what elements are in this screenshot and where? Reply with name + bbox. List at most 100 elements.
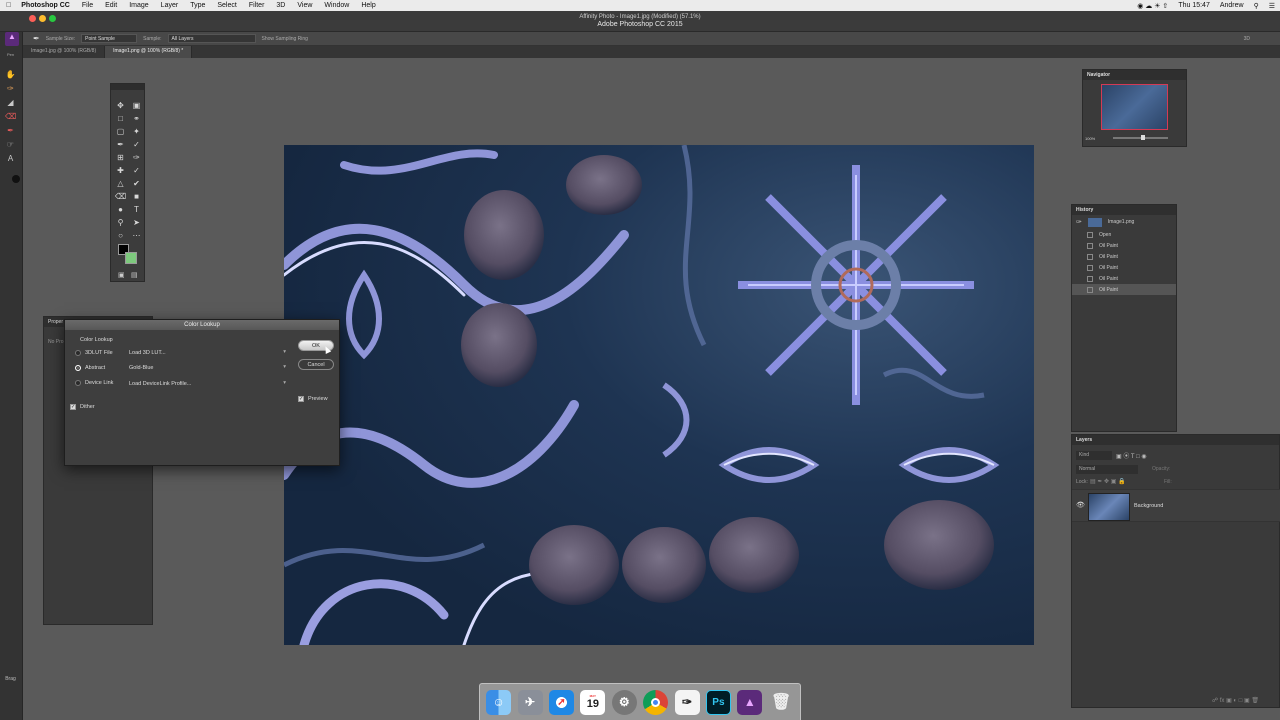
sample-size-select[interactable]: Point Sample xyxy=(81,34,138,43)
move-tool-icon[interactable]: ✥ xyxy=(114,99,127,112)
menu-app-name[interactable]: Photoshop CC xyxy=(17,2,76,9)
fill-tool-icon[interactable]: ◢ xyxy=(5,98,16,108)
ellipse-tool-icon[interactable]: ○ xyxy=(114,229,127,242)
tools-panel-grip[interactable] xyxy=(111,84,144,90)
navigator-zoom[interactable]: 100% xyxy=(1085,136,1095,141)
quick-mask-icon[interactable]: ▣ xyxy=(118,271,125,279)
navigator-title[interactable]: Navigator xyxy=(1083,70,1186,80)
pen-app-icon[interactable]: ✑ xyxy=(674,689,700,715)
cancel-button[interactable]: Cancel xyxy=(298,359,334,370)
quick-select-tool-icon[interactable]: ✓ xyxy=(130,138,143,151)
menu-type[interactable]: Type xyxy=(184,2,211,9)
radio-device-link[interactable] xyxy=(75,380,81,386)
affinity-persona-icon[interactable]: ▲ xyxy=(5,32,19,46)
apple-icon[interactable]:  xyxy=(0,2,17,9)
layer-kind-filter[interactable]: Kind xyxy=(1076,451,1112,460)
status-icons[interactable]: ◉ ☁ ☀ ⇧ xyxy=(1132,2,1173,10)
dither-checkbox[interactable]: ✓ xyxy=(70,404,76,410)
history-step[interactable]: Oil Paint xyxy=(1072,262,1176,273)
hand-tool-icon[interactable]: ✋ xyxy=(5,70,16,80)
photoshop-icon[interactable]: Ps xyxy=(705,689,731,715)
pen-tool-icon[interactable]: ✒ xyxy=(114,138,127,151)
eraser-icon[interactable]: ⌫ xyxy=(114,190,127,203)
magic-wand-tool-icon[interactable]: ✦ xyxy=(130,125,143,138)
eyedropper-tool-icon[interactable]: ✒ xyxy=(33,34,40,43)
doc-tab-image1-jpg[interactable]: Image1.jpg @ 100% (RGB/8) xyxy=(23,46,106,58)
text-tool-icon[interactable]: A xyxy=(5,154,16,164)
gradient-tool-icon[interactable]: ■ xyxy=(130,190,143,203)
history-brush-icon[interactable]: ✔ xyxy=(130,177,143,190)
layer-name[interactable]: Background xyxy=(1134,503,1163,509)
menu-filter[interactable]: Filter xyxy=(243,2,271,9)
notification-icon[interactable]: ☰ xyxy=(1264,2,1280,10)
workspace-select[interactable]: 3D xyxy=(1244,36,1250,42)
menu-window[interactable]: Window xyxy=(318,2,355,9)
stamp-tool-icon[interactable]: △ xyxy=(114,177,127,190)
menu-help[interactable]: Help xyxy=(355,2,381,9)
sample-select[interactable]: All Layers xyxy=(167,34,256,43)
trash-icon[interactable]: 🗑 xyxy=(769,690,794,715)
system-preferences-icon[interactable]: ⚙ xyxy=(611,689,637,715)
crop-tool-icon[interactable]: ⊞ xyxy=(114,151,127,164)
zoom-tool-icon[interactable]: ⚲ xyxy=(114,216,127,229)
layer-footer-icons[interactable]: ☍ fx ▣ ◐ □ ▣ 🗑 xyxy=(1212,697,1259,704)
layer-filter-icons[interactable]: ▣ ⦿ T □ ◉ xyxy=(1116,451,1147,460)
affinity-photo-icon[interactable]: ▲ xyxy=(737,689,763,715)
chrome-icon[interactable] xyxy=(643,689,669,715)
background-color-swatch[interactable] xyxy=(125,252,137,264)
menubar-clock[interactable]: Thu 15:47 xyxy=(1173,2,1215,9)
document-canvas[interactable] xyxy=(284,145,1034,645)
healing-tool-icon[interactable]: ✚ xyxy=(114,164,127,177)
lasso-tool-icon[interactable]: ⚭ xyxy=(130,112,143,125)
menu-3d[interactable]: 3D xyxy=(270,2,291,9)
select-abstract[interactable]: Gold-Blue xyxy=(129,363,286,373)
menu-layer[interactable]: Layer xyxy=(155,2,185,9)
more-tools-icon[interactable]: ⋯ xyxy=(130,229,143,242)
select-3dlut-file[interactable]: Load 3D LUT... xyxy=(129,348,286,358)
artboard-tool-icon[interactable]: ▣ xyxy=(130,99,143,112)
navigator-thumbnail[interactable] xyxy=(1101,84,1168,130)
menu-edit[interactable]: Edit xyxy=(99,2,123,9)
doc-tab-image1-png[interactable]: Image1.png @ 100% (RGB/8) * xyxy=(105,46,193,58)
preview-checkbox[interactable]: ✓ xyxy=(298,396,304,402)
spotlight-icon[interactable]: ⚲ xyxy=(1249,2,1264,10)
eyedropper-icon[interactable]: ✑ xyxy=(130,151,143,164)
select-device-link[interactable]: Load DeviceLink Profile... xyxy=(129,379,286,389)
color-well[interactable] xyxy=(12,175,20,183)
lock-icons[interactable]: ▤ ✒ ✥ ▣ 🔒 xyxy=(1090,478,1126,485)
finder-icon[interactable]: ☺ xyxy=(486,689,512,715)
brush-icon[interactable]: ✓ xyxy=(130,164,143,177)
history-step[interactable]: Oil Paint xyxy=(1072,240,1176,251)
history-step[interactable]: Open xyxy=(1072,229,1176,240)
menu-select[interactable]: Select xyxy=(211,2,242,9)
calendar-icon[interactable]: MAY 19 xyxy=(580,689,606,715)
rect-select-tool-icon[interactable]: ▢ xyxy=(114,125,127,138)
history-step[interactable]: Oil Paint xyxy=(1072,273,1176,284)
menu-image[interactable]: Image xyxy=(123,2,154,9)
radio-abstract[interactable] xyxy=(75,365,81,371)
layer-visibility-eye-icon[interactable]: 👁 xyxy=(1076,501,1085,509)
history-title[interactable]: History xyxy=(1072,205,1176,215)
history-step-current[interactable]: Oil Paint xyxy=(1072,284,1176,295)
type-tool-icon[interactable]: T xyxy=(130,203,143,216)
blend-mode-select[interactable]: Normal xyxy=(1076,465,1138,474)
history-step[interactable]: Oil Paint xyxy=(1072,251,1176,262)
sampling-ring-checkbox[interactable]: Show Sampling Ring xyxy=(262,36,308,42)
launchpad-icon[interactable]: ✈ xyxy=(517,689,543,715)
menubar-user[interactable]: Andrew xyxy=(1215,2,1249,9)
smudge-tool-icon[interactable]: ☞ xyxy=(5,140,16,150)
safari-icon[interactable]: ➚ xyxy=(548,689,574,715)
history-snapshot[interactable]: ✑ Image1.png xyxy=(1072,215,1176,229)
layer-row-background[interactable]: 👁 Background xyxy=(1072,489,1280,522)
screen-mode-icon[interactable]: ▤ xyxy=(131,271,138,279)
navigator-zoom-handle[interactable] xyxy=(1141,135,1145,140)
path-select-tool-icon[interactable]: ➤ xyxy=(130,216,143,229)
layers-title[interactable]: Layers xyxy=(1072,435,1279,445)
dialog-title[interactable]: Color Lookup xyxy=(65,320,339,330)
brush-tool-icon[interactable]: ✑ xyxy=(5,84,16,94)
dodge-tool-icon[interactable]: ● xyxy=(114,203,127,216)
radio-3dlut-file[interactable] xyxy=(75,350,81,356)
eraser-tool-icon[interactable]: ⌫ xyxy=(5,112,16,122)
menu-view[interactable]: View xyxy=(291,2,318,9)
marquee-tool-icon[interactable]: □ xyxy=(114,112,127,125)
